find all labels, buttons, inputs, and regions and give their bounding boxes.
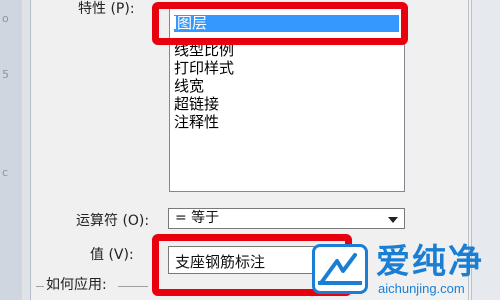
list-item-linetype-scale[interactable]: 线型比例 — [174, 42, 234, 59]
value-text: 支座钢筋标注 — [175, 253, 266, 271]
watermark-title: 爱纯净 — [376, 242, 484, 282]
list-item-annotative[interactable]: 注释性 — [174, 114, 219, 131]
operator-label: 运算符 (O): — [76, 213, 150, 229]
text-caret — [174, 16, 176, 29]
chevron-down-icon[interactable] — [388, 217, 398, 223]
group-frame-line — [118, 286, 148, 287]
dialog-left-border — [22, 0, 31, 300]
list-item-layer[interactable]: 图层 — [174, 15, 399, 32]
properties-label: 特性 (P): — [78, 1, 135, 17]
value-input[interactable]: 支座钢筋标注 — [168, 246, 318, 274]
background-window-edge: o 5 c — [0, 0, 23, 300]
watermark-logo-graphic — [318, 253, 362, 285]
properties-listbox[interactable]: 图层 线型比例 打印样式 线宽 超链接 注释性 — [169, 4, 405, 192]
ghost-text: c — [2, 166, 9, 179]
ghost-text: o — [2, 12, 9, 25]
value-label: 值 (V): — [90, 247, 134, 263]
list-item-plot-style[interactable]: 打印样式 — [174, 60, 234, 77]
watermark-logo-icon — [312, 244, 368, 294]
ghost-text: 5 — [2, 68, 9, 81]
list-item-lineweight[interactable]: 线宽 — [174, 78, 204, 95]
operator-dropdown[interactable]: = 等于 — [168, 208, 405, 229]
list-item-hyperlink[interactable]: 超链接 — [174, 96, 219, 113]
group-frame-line — [36, 286, 44, 287]
operator-value: = 等于 — [175, 210, 220, 226]
watermark-url: aichunjing.com — [378, 281, 465, 296]
how-to-apply-label: 如何应用: — [46, 277, 107, 293]
